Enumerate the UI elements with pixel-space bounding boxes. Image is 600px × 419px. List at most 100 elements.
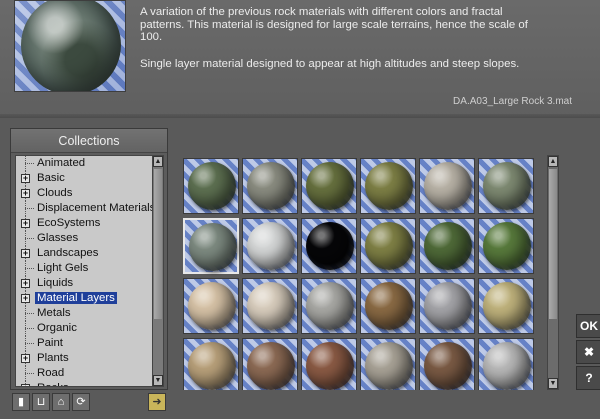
material-thumbnail[interactable] (419, 218, 475, 274)
refresh-icon[interactable]: ⟳ (72, 393, 90, 411)
material-thumbnail[interactable] (183, 338, 239, 390)
tree-item-label: Clouds (37, 187, 73, 199)
trash-icon[interactable]: ⌂ (52, 393, 70, 411)
tree-item[interactable]: Light Gels (16, 261, 154, 276)
material-thumbnail[interactable] (419, 278, 475, 334)
material-thumbnail[interactable] (419, 338, 475, 390)
grid-scrollbar-thumb[interactable] (549, 169, 557, 319)
material-thumbnail[interactable] (301, 338, 357, 390)
tree-item-label: Paint (37, 337, 63, 349)
scroll-up-button[interactable]: ▲ (153, 156, 163, 167)
tree-item[interactable]: Displacement Materials (16, 201, 154, 216)
tree-item-label: Metals (37, 307, 71, 319)
grid-scroll-up-button[interactable]: ▲ (548, 156, 558, 167)
tree-item-label: Road (37, 367, 65, 379)
tree-item[interactable]: Paint (16, 336, 154, 351)
collections-tree[interactable]: Animated + Basic + Clouds Displacement Materi… (15, 155, 155, 387)
material-sphere (247, 342, 295, 390)
tree-item-label: EcoSystems (37, 217, 101, 229)
materials-grid (180, 155, 536, 390)
material-sphere (247, 162, 295, 210)
tree-item[interactable]: + Liquids (16, 276, 154, 291)
material-thumbnail[interactable] (419, 158, 475, 214)
material-thumbnail[interactable] (301, 218, 357, 274)
tree-branch (25, 268, 34, 269)
material-sphere (247, 222, 295, 270)
material-sphere (365, 342, 413, 390)
scroll-down-button[interactable]: ▼ (153, 375, 163, 386)
tree-item[interactable]: Organic (16, 321, 154, 336)
material-sphere (306, 162, 354, 210)
grid-scroll-down-button[interactable]: ▼ (548, 378, 558, 389)
expand-icon[interactable]: + (21, 279, 30, 288)
preview-sphere (21, 1, 121, 91)
expand-icon[interactable]: + (21, 189, 30, 198)
expand-icon[interactable]: + (21, 384, 30, 386)
tree-item[interactable]: Metals (16, 306, 154, 321)
material-thumbnail[interactable] (183, 218, 239, 274)
next-arrow-icon[interactable]: ➜ (148, 393, 166, 411)
tree-item-label: Liquids (37, 277, 74, 289)
description-paragraph-1: A variation of the previous rock materia… (140, 6, 528, 44)
material-sphere (188, 342, 236, 390)
material-thumbnail[interactable] (183, 278, 239, 334)
cancel-button[interactable]: ✖ (576, 340, 600, 364)
material-thumbnail[interactable] (301, 278, 357, 334)
material-sphere (188, 162, 236, 210)
material-sphere (188, 282, 236, 330)
tree-item[interactable]: + Clouds (16, 186, 154, 201)
material-sphere (424, 222, 472, 270)
material-thumbnail[interactable] (183, 158, 239, 214)
tree-item[interactable]: + Basic (16, 171, 154, 186)
material-thumbnail[interactable] (360, 158, 416, 214)
materials-scrollbar[interactable]: ▲ ▼ (547, 155, 559, 390)
tree-item[interactable]: + Rocks (16, 381, 154, 386)
tree-item[interactable]: Animated (16, 156, 154, 171)
material-thumbnail[interactable] (301, 158, 357, 214)
tree-item[interactable]: + EcoSystems (16, 216, 154, 231)
expand-icon[interactable]: + (21, 219, 30, 228)
tree-item[interactable]: Glasses (16, 231, 154, 246)
tree-branch (25, 313, 34, 314)
material-file-name: DA.A03_Large Rock 3.mat (453, 96, 572, 107)
tree-item-label: Landscapes (37, 247, 99, 259)
material-thumbnail[interactable] (360, 218, 416, 274)
description-panel: A variation of the previous rock materia… (0, 0, 600, 118)
lock-icon[interactable]: ⊔ (32, 393, 50, 411)
scrollbar-thumb[interactable] (154, 169, 162, 319)
material-sphere (424, 282, 472, 330)
material-thumbnail[interactable] (242, 278, 298, 334)
expand-icon[interactable]: + (21, 294, 30, 303)
help-button[interactable]: ? (576, 366, 600, 390)
expand-icon[interactable]: + (21, 354, 30, 363)
tree-item[interactable]: + Landscapes (16, 246, 154, 261)
material-sphere (483, 162, 531, 210)
tree-item[interactable]: + Plants (16, 351, 154, 366)
ok-button[interactable]: OK (576, 314, 600, 338)
material-thumbnail[interactable] (360, 278, 416, 334)
material-thumbnail[interactable] (360, 338, 416, 390)
material-sphere (365, 282, 413, 330)
material-thumbnail[interactable] (242, 158, 298, 214)
collections-scrollbar[interactable]: ▲ ▼ (152, 155, 164, 387)
tree-item-label: Rocks (35, 382, 71, 386)
new-icon[interactable]: ▮ (12, 393, 30, 411)
material-thumbnail[interactable] (478, 338, 534, 390)
expand-icon[interactable]: + (21, 174, 30, 183)
tree-item-label: Light Gels (37, 262, 89, 274)
collections-toolbar: ▮ ⊔ ⌂ ⟳ ➜ (10, 393, 168, 413)
expand-icon[interactable]: + (21, 249, 30, 258)
material-thumbnail[interactable] (478, 158, 534, 214)
tree-item[interactable]: + Material Layers (16, 291, 154, 306)
material-thumbnail[interactable] (478, 278, 534, 334)
material-sphere (365, 162, 413, 210)
tree-branch (25, 343, 34, 344)
description-paragraph-2: Single layer material designed to appear… (140, 57, 520, 70)
tree-item[interactable]: Road (16, 366, 154, 381)
material-thumbnail[interactable] (478, 218, 534, 274)
material-thumbnail[interactable] (242, 338, 298, 390)
material-preview (14, 0, 126, 92)
material-thumbnail[interactable] (242, 218, 298, 274)
material-sphere (424, 162, 472, 210)
tree-item-label: Glasses (37, 232, 79, 244)
